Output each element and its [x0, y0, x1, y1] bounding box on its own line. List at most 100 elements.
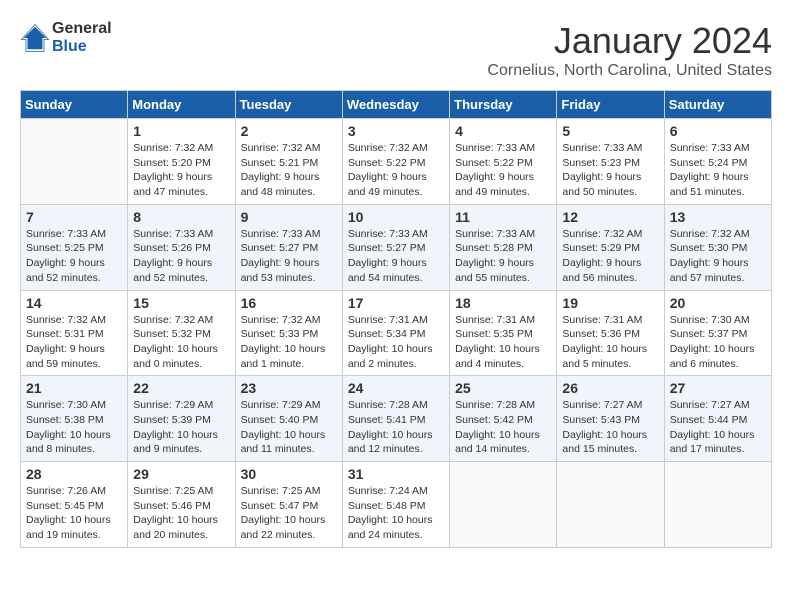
day-of-week-header: Saturday [664, 91, 771, 119]
day-info: Sunrise: 7:26 AMSunset: 5:45 PMDaylight:… [26, 484, 122, 543]
calendar-week-row: 28 Sunrise: 7:26 AMSunset: 5:45 PMDayligh… [21, 462, 772, 548]
calendar-cell: 8 Sunrise: 7:33 AMSunset: 5:26 PMDaylight… [128, 204, 235, 290]
calendar-week-row: 7 Sunrise: 7:33 AMSunset: 5:25 PMDaylight… [21, 204, 772, 290]
calendar-cell: 13 Sunrise: 7:32 AMSunset: 5:30 PMDayligh… [664, 204, 771, 290]
day-number: 19 [562, 295, 658, 311]
day-info: Sunrise: 7:32 AMSunset: 5:20 PMDaylight:… [133, 141, 229, 200]
day-info: Sunrise: 7:33 AMSunset: 5:26 PMDaylight:… [133, 227, 229, 286]
calendar-cell: 9 Sunrise: 7:33 AMSunset: 5:27 PMDaylight… [235, 204, 342, 290]
day-number: 29 [133, 466, 229, 482]
day-number: 10 [348, 209, 444, 225]
day-number: 6 [670, 123, 766, 139]
day-number: 5 [562, 123, 658, 139]
day-number: 20 [670, 295, 766, 311]
calendar-cell: 2 Sunrise: 7:32 AMSunset: 5:21 PMDaylight… [235, 119, 342, 205]
day-of-week-header: Monday [128, 91, 235, 119]
day-number: 16 [241, 295, 337, 311]
day-info: Sunrise: 7:33 AMSunset: 5:25 PMDaylight:… [26, 227, 122, 286]
day-number: 28 [26, 466, 122, 482]
day-number: 4 [455, 123, 551, 139]
day-info: Sunrise: 7:30 AMSunset: 5:38 PMDaylight:… [26, 398, 122, 457]
day-number: 21 [26, 380, 122, 396]
day-info: Sunrise: 7:24 AMSunset: 5:48 PMDaylight:… [348, 484, 444, 543]
calendar-cell: 30Sunrise: 7:25 AMSunset: 5:47 PMDayligh… [235, 462, 342, 548]
calendar-cell: 6 Sunrise: 7:33 AMSunset: 5:24 PMDaylight… [664, 119, 771, 205]
calendar-cell: 12Sunrise: 7:32 AMSunset: 5:29 PMDayligh… [557, 204, 664, 290]
day-number: 3 [348, 123, 444, 139]
calendar-table: SundayMondayTuesdayWednesdayThursdayFrid… [20, 90, 772, 548]
day-of-week-header: Friday [557, 91, 664, 119]
logo-blue: Blue [52, 38, 87, 55]
day-info: Sunrise: 7:29 AMSunset: 5:40 PMDaylight:… [241, 398, 337, 457]
calendar-cell: 16 Sunrise: 7:32 AMSunset: 5:33 PMDayligh… [235, 290, 342, 376]
day-info: Sunrise: 7:32 AMSunset: 5:22 PMDaylight:… [348, 141, 444, 200]
calendar-cell [664, 462, 771, 548]
day-info: Sunrise: 7:33 AMSunset: 5:27 PMDaylight:… [348, 227, 444, 286]
logo: General Blue [20, 20, 112, 56]
calendar-cell: 22Sunrise: 7:29 AMSunset: 5:39 PMDayligh… [128, 376, 235, 462]
day-number: 24 [348, 380, 444, 396]
day-of-week-header: Thursday [450, 91, 557, 119]
day-info: Sunrise: 7:31 AMSunset: 5:36 PMDaylight:… [562, 313, 658, 372]
page-header: General Blue January 2024 Cornelius, Nor… [20, 20, 772, 80]
day-info: Sunrise: 7:31 AMSunset: 5:34 PMDaylight:… [348, 313, 444, 372]
day-number: 9 [241, 209, 337, 225]
day-info: Sunrise: 7:32 AMSunset: 5:30 PMDaylight:… [670, 227, 766, 286]
day-number: 13 [670, 209, 766, 225]
calendar-cell: 1Sunrise: 7:32 AMSunset: 5:20 PMDaylight… [128, 119, 235, 205]
calendar-body: 1Sunrise: 7:32 AMSunset: 5:20 PMDaylight… [21, 119, 772, 548]
day-number: 23 [241, 380, 337, 396]
day-number: 17 [348, 295, 444, 311]
day-of-week-header: Tuesday [235, 91, 342, 119]
day-info: Sunrise: 7:32 AMSunset: 5:31 PMDaylight:… [26, 313, 122, 372]
calendar-cell [21, 119, 128, 205]
calendar-cell: 4Sunrise: 7:33 AMSunset: 5:22 PMDaylight… [450, 119, 557, 205]
calendar-cell: 18 Sunrise: 7:31 AMSunset: 5:35 PMDayligh… [450, 290, 557, 376]
calendar-cell: 27 Sunrise: 7:27 AMSunset: 5:44 PMDayligh… [664, 376, 771, 462]
day-info: Sunrise: 7:32 AMSunset: 5:32 PMDaylight:… [133, 313, 229, 372]
calendar-cell: 7 Sunrise: 7:33 AMSunset: 5:25 PMDaylight… [21, 204, 128, 290]
calendar-cell: 14Sunrise: 7:32 AMSunset: 5:31 PMDayligh… [21, 290, 128, 376]
day-info: Sunrise: 7:25 AMSunset: 5:46 PMDaylight:… [133, 484, 229, 543]
day-info: Sunrise: 7:28 AMSunset: 5:42 PMDaylight:… [455, 398, 551, 457]
day-number: 25 [455, 380, 551, 396]
calendar-cell: 28 Sunrise: 7:26 AMSunset: 5:45 PMDayligh… [21, 462, 128, 548]
day-number: 27 [670, 380, 766, 396]
day-info: Sunrise: 7:32 AMSunset: 5:21 PMDaylight:… [241, 141, 337, 200]
calendar-cell: 3 Sunrise: 7:32 AMSunset: 5:22 PMDaylight… [342, 119, 449, 205]
day-info: Sunrise: 7:27 AMSunset: 5:44 PMDaylight:… [670, 398, 766, 457]
day-info: Sunrise: 7:33 AMSunset: 5:27 PMDaylight:… [241, 227, 337, 286]
calendar-cell: 19 Sunrise: 7:31 AMSunset: 5:36 PMDayligh… [557, 290, 664, 376]
logo-icon [20, 23, 50, 53]
day-info: Sunrise: 7:32 AMSunset: 5:33 PMDaylight:… [241, 313, 337, 372]
calendar-cell: 25 Sunrise: 7:28 AMSunset: 5:42 PMDayligh… [450, 376, 557, 462]
calendar-cell: 15 Sunrise: 7:32 AMSunset: 5:32 PMDayligh… [128, 290, 235, 376]
day-info: Sunrise: 7:28 AMSunset: 5:41 PMDaylight:… [348, 398, 444, 457]
day-number: 31 [348, 466, 444, 482]
calendar-week-row: 21 Sunrise: 7:30 AMSunset: 5:38 PMDayligh… [21, 376, 772, 462]
calendar-cell: 31 Sunrise: 7:24 AMSunset: 5:48 PMDayligh… [342, 462, 449, 548]
day-number: 15 [133, 295, 229, 311]
day-number: 12 [562, 209, 658, 225]
day-number: 7 [26, 209, 122, 225]
day-number: 30 [241, 466, 337, 482]
calendar-week-row: 1Sunrise: 7:32 AMSunset: 5:20 PMDaylight… [21, 119, 772, 205]
logo-general: General [52, 20, 112, 37]
day-info: Sunrise: 7:33 AMSunset: 5:23 PMDaylight:… [562, 141, 658, 200]
calendar-cell: 17 Sunrise: 7:31 AMSunset: 5:34 PMDayligh… [342, 290, 449, 376]
day-of-week-header: Sunday [21, 91, 128, 119]
calendar-cell: 11Sunrise: 7:33 AMSunset: 5:28 PMDayligh… [450, 204, 557, 290]
month-title: January 2024 [487, 20, 772, 62]
day-info: Sunrise: 7:33 AMSunset: 5:24 PMDaylight:… [670, 141, 766, 200]
day-info: Sunrise: 7:33 AMSunset: 5:28 PMDaylight:… [455, 227, 551, 286]
day-number: 26 [562, 380, 658, 396]
calendar-cell [450, 462, 557, 548]
day-number: 2 [241, 123, 337, 139]
day-number: 8 [133, 209, 229, 225]
day-info: Sunrise: 7:31 AMSunset: 5:35 PMDaylight:… [455, 313, 551, 372]
day-of-week-header: Wednesday [342, 91, 449, 119]
calendar-cell: 5 Sunrise: 7:33 AMSunset: 5:23 PMDaylight… [557, 119, 664, 205]
day-number: 18 [455, 295, 551, 311]
calendar-cell: 24 Sunrise: 7:28 AMSunset: 5:41 PMDayligh… [342, 376, 449, 462]
day-info: Sunrise: 7:29 AMSunset: 5:39 PMDaylight:… [133, 398, 229, 457]
